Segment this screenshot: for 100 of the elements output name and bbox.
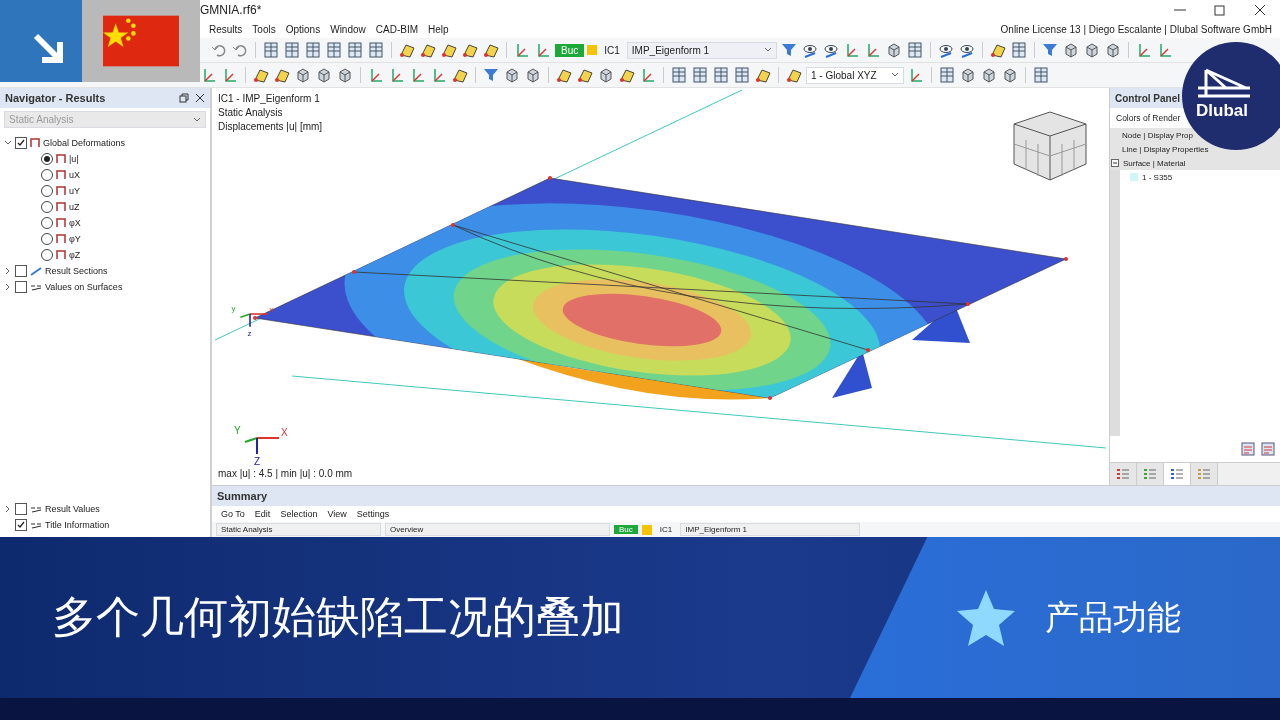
analysis-combo[interactable]: Static Analysis bbox=[216, 523, 381, 536]
cube-icon[interactable] bbox=[524, 66, 542, 84]
tree-item-label[interactable]: Global Deformations bbox=[43, 138, 126, 148]
menu-item[interactable]: Options bbox=[280, 23, 326, 35]
menu-item[interactable]: Edit bbox=[249, 509, 276, 519]
menu-item[interactable]: Go To bbox=[216, 509, 250, 519]
values-icon bbox=[30, 504, 42, 514]
cube-icon[interactable] bbox=[597, 66, 615, 84]
cube-icon[interactable] bbox=[294, 66, 312, 84]
tree-item-label[interactable]: uX bbox=[69, 170, 80, 180]
table-icon[interactable] bbox=[1032, 66, 1050, 84]
table-icon[interactable] bbox=[346, 41, 364, 59]
color-square-icon bbox=[641, 524, 652, 535]
tree-item-label[interactable]: Title Information bbox=[45, 520, 110, 530]
radio-button[interactable] bbox=[41, 153, 53, 165]
radio-button[interactable] bbox=[41, 169, 53, 181]
cube-icon[interactable] bbox=[959, 66, 977, 84]
cube-icon[interactable] bbox=[315, 66, 333, 84]
coordinate-system-combo[interactable]: 1 - Global XYZ bbox=[806, 66, 904, 84]
table-icon[interactable] bbox=[905, 41, 924, 59]
material-swatch bbox=[1130, 173, 1138, 181]
table-icon[interactable] bbox=[283, 41, 301, 59]
model-icon[interactable] bbox=[576, 66, 594, 84]
table-icon[interactable] bbox=[712, 66, 730, 84]
tree-item-label[interactable]: Result Sections bbox=[45, 266, 108, 276]
table-icon[interactable] bbox=[262, 41, 280, 59]
model-icon[interactable] bbox=[555, 66, 573, 84]
radio-button[interactable] bbox=[41, 185, 53, 197]
model-icon[interactable] bbox=[482, 41, 500, 59]
model-icon[interactable] bbox=[398, 41, 416, 59]
filter-icon[interactable] bbox=[482, 66, 500, 84]
tree-item-label[interactable]: φY bbox=[69, 234, 81, 244]
table-icon[interactable] bbox=[325, 41, 343, 59]
filter-icon[interactable] bbox=[1040, 41, 1059, 59]
table-icon[interactable] bbox=[367, 41, 385, 59]
values-icon bbox=[30, 520, 42, 530]
radio-button[interactable] bbox=[41, 217, 53, 229]
tree-item-label[interactable]: uY bbox=[69, 186, 80, 196]
collapse-icon[interactable] bbox=[1111, 159, 1119, 167]
filter-icon[interactable] bbox=[779, 41, 798, 59]
table-icon[interactable] bbox=[733, 66, 751, 84]
menu-item[interactable]: CAD-BIM bbox=[370, 23, 423, 35]
cube-icon[interactable] bbox=[336, 66, 354, 84]
tree-item-label[interactable]: φX bbox=[69, 218, 81, 228]
legend-icon[interactable] bbox=[1240, 441, 1256, 457]
model-icon[interactable] bbox=[451, 66, 469, 84]
menu-item[interactable]: Selection bbox=[275, 509, 323, 519]
model-icon[interactable] bbox=[618, 66, 636, 84]
list-icon bbox=[1143, 468, 1157, 480]
model-icon[interactable] bbox=[785, 66, 803, 84]
list-icon bbox=[1170, 468, 1184, 480]
cube-icon[interactable] bbox=[1001, 66, 1019, 84]
menu-item[interactable]: Tools bbox=[247, 23, 281, 35]
axis-label: Y bbox=[234, 425, 241, 436]
model-icon[interactable] bbox=[440, 41, 458, 59]
radio-button[interactable] bbox=[41, 201, 53, 213]
model-icon[interactable] bbox=[461, 41, 479, 59]
table-icon[interactable] bbox=[691, 66, 709, 84]
checkbox[interactable] bbox=[15, 265, 27, 277]
logo-icon bbox=[1196, 68, 1252, 98]
table-icon[interactable] bbox=[304, 41, 322, 59]
radio-button[interactable] bbox=[41, 233, 53, 245]
menu-item[interactable]: View bbox=[322, 509, 352, 519]
restore-icon[interactable] bbox=[179, 93, 189, 103]
copy-icon[interactable] bbox=[1260, 441, 1276, 457]
model-icon[interactable] bbox=[988, 41, 1007, 59]
close-icon[interactable] bbox=[195, 93, 205, 103]
tree-item-label[interactable]: uZ bbox=[69, 202, 80, 212]
menu-item[interactable]: Help bbox=[423, 23, 454, 35]
legend-item: Surface | Material bbox=[1123, 158, 1186, 168]
menu-item[interactable]: Window bbox=[325, 23, 371, 35]
model-icon[interactable] bbox=[252, 66, 270, 84]
window-title: GMNIA.rf6* bbox=[200, 3, 263, 17]
checkbox[interactable] bbox=[15, 503, 27, 515]
view-combo[interactable]: Overview bbox=[385, 523, 610, 536]
color-mode-combo[interactable]: Colors of Render bbox=[1110, 108, 1186, 128]
tree-item-label[interactable]: |u| bbox=[69, 154, 79, 164]
model-icon[interactable] bbox=[273, 66, 291, 84]
tree-item-label[interactable]: Result Values bbox=[45, 504, 100, 514]
checkbox[interactable] bbox=[15, 137, 27, 149]
table-icon[interactable] bbox=[938, 66, 956, 84]
panel-tab[interactable] bbox=[1164, 463, 1191, 485]
tree-item-label[interactable]: Values on Surfaces bbox=[45, 282, 123, 292]
cube-icon[interactable] bbox=[980, 66, 998, 84]
load-case-combo[interactable]: IMP_Eigenform 1 bbox=[626, 41, 777, 59]
checkbox[interactable] bbox=[15, 519, 27, 531]
list-icon bbox=[1116, 468, 1130, 480]
menu-item[interactable]: Settings bbox=[351, 509, 395, 519]
panel-tab[interactable] bbox=[1110, 463, 1137, 485]
table-icon[interactable] bbox=[670, 66, 688, 84]
tree-item-label[interactable]: φZ bbox=[69, 250, 81, 260]
load-case-combo[interactable]: IMP_Eigenform 1 bbox=[680, 523, 861, 536]
model-icon[interactable] bbox=[754, 66, 772, 84]
checkbox[interactable] bbox=[15, 281, 27, 293]
radio-button[interactable] bbox=[41, 249, 53, 261]
cube-icon[interactable] bbox=[503, 66, 521, 84]
model-icon[interactable] bbox=[419, 41, 437, 59]
menu-item[interactable]: Results bbox=[204, 23, 248, 35]
table-icon[interactable] bbox=[1009, 41, 1028, 59]
list-icon bbox=[1197, 468, 1211, 480]
